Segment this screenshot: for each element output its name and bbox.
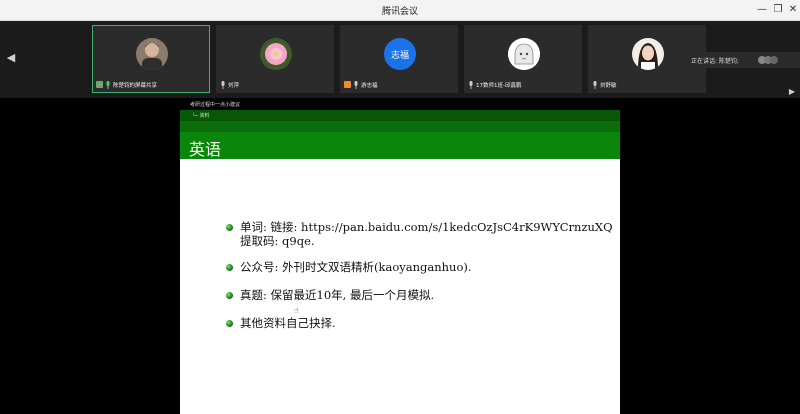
bullet-icon <box>226 292 233 299</box>
avatar: 志福 <box>384 38 416 70</box>
bullet-text: 单词: 链接: https://pan.baidu.com/s/1kedcOzJ… <box>240 220 613 234</box>
mic-icon <box>593 80 597 89</box>
bullet-icon <box>226 224 233 231</box>
speaking-label: 正在讲话: 陈楚钧; <box>691 58 739 65</box>
restore-button[interactable]: ❐ <box>771 3 785 17</box>
speaker-avatars-icon <box>758 56 778 64</box>
list-item: 真题: 保留最近10年, 最后一个月模拟. <box>224 288 614 302</box>
breadcrumb: 考研过程中一点小建议 <box>190 102 241 108</box>
bullet-text: 提取码: q9qe. <box>240 234 315 248</box>
list-item: 单词: 链接: https://pan.baidu.com/s/1kedcOzJ… <box>224 220 614 248</box>
avatar-initials: 志福 <box>390 50 409 61</box>
bullet-text: 其他资料自己抉择. <box>240 316 336 330</box>
participant-name: 刘萍 <box>228 82 240 89</box>
close-button[interactable]: ✕ <box>786 3 800 17</box>
participant-name: 17数师1班-邱鑫鹏 <box>476 82 522 89</box>
list-item: 其他资料自己抉择. <box>224 316 614 330</box>
slide-title-bar <box>180 132 620 159</box>
avatar <box>260 38 292 70</box>
mic-icon <box>221 80 225 89</box>
participant-name: 陈楚钧的屏幕共享 <box>113 82 158 89</box>
slide-header-band <box>180 121 620 132</box>
bullet-icon <box>226 264 233 271</box>
participant-name: 刘舒敏 <box>600 82 617 89</box>
bullet-list: 单词: 链接: https://pan.baidu.com/s/1kedcOzJ… <box>224 220 614 330</box>
breadcrumb: └─ 资料 <box>192 113 210 119</box>
minimize-button[interactable]: — <box>755 3 769 17</box>
avatar <box>508 38 540 70</box>
avatar <box>632 38 664 70</box>
pointer-cursor-icon: ☝ <box>294 306 299 315</box>
mic-icon <box>354 80 358 89</box>
mic-icon <box>469 80 473 89</box>
list-item: 公众号: 外刊时文双语精析(kaoyanganhuo). <box>224 260 614 274</box>
slide-title: 英语 <box>189 140 222 159</box>
bullet-text: 公众号: 外刊时文双语精析(kaoyanganhuo). <box>240 260 472 274</box>
avatar <box>136 38 168 70</box>
participant-name: 游志福 <box>361 82 378 89</box>
participant-tile[interactable]: 志福 游志福 <box>340 25 458 93</box>
mic-icon <box>106 80 110 89</box>
bullet-text: 真题: 保留最近10年, 最后一个月模拟. <box>240 288 435 302</box>
participant-tile[interactable]: 17数师1班-邱鑫鹏 <box>464 25 582 93</box>
user-icon <box>344 81 351 88</box>
prev-page-arrow-icon[interactable]: ◀ <box>5 50 17 66</box>
screen-share-icon <box>96 81 103 88</box>
participant-tile[interactable]: 陈楚钧的屏幕共享 <box>92 25 210 93</box>
title-bar: 腾讯会议 — ❐ ✕ <box>0 0 800 21</box>
window-title: 腾讯会议 <box>381 7 418 17</box>
speaking-indicator: 正在讲话: 陈楚钧; <box>686 52 800 68</box>
presentation-slide: 英语 单词: 链接: https://pan.baidu.com/s/1kedc… <box>180 110 620 414</box>
slide-header-band <box>180 110 620 121</box>
bullet-icon <box>226 320 233 327</box>
participant-tile[interactable]: 刘萍 <box>216 25 334 93</box>
